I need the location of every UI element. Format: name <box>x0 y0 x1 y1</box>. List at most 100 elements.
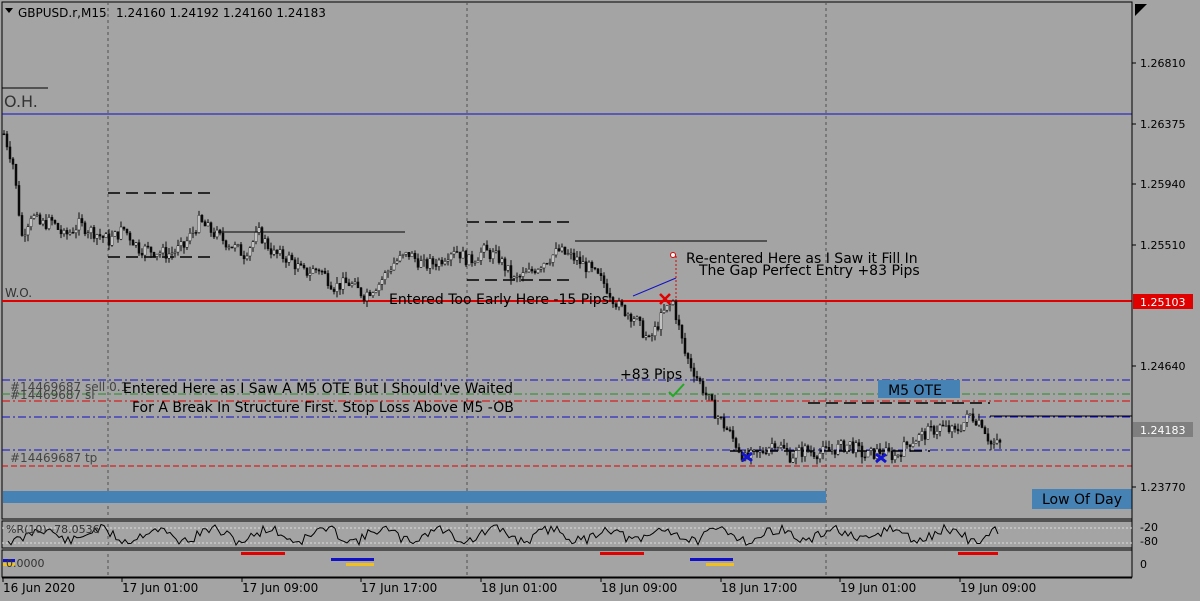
candle-body <box>812 452 816 457</box>
candle-body <box>167 253 171 259</box>
candle-body <box>23 234 27 237</box>
candle-body <box>893 455 897 461</box>
candle-body <box>65 230 69 235</box>
candle-body <box>497 250 501 263</box>
candle-body <box>800 447 804 457</box>
wpr-level-20: -20 <box>1140 521 1158 534</box>
candle-body <box>323 270 327 274</box>
x-tick-7: 18 Jun 17:00 <box>721 581 797 595</box>
candle-body <box>602 275 606 284</box>
candle-body <box>284 258 288 263</box>
candle-body <box>785 448 789 452</box>
candle-body <box>26 226 30 236</box>
candle-body <box>239 244 243 256</box>
candle-body <box>353 281 357 285</box>
candle-body <box>59 229 63 235</box>
candle-body <box>995 439 999 444</box>
candle-body <box>872 448 876 459</box>
candle-body <box>866 450 870 458</box>
candle-body <box>440 259 444 265</box>
candle-body <box>302 264 306 269</box>
candle-body <box>200 214 204 222</box>
candle-body <box>563 246 567 255</box>
candle-body <box>710 394 714 401</box>
candle-body <box>443 261 447 265</box>
candle-body <box>392 262 396 271</box>
candle-body <box>329 285 333 290</box>
candle-body <box>986 433 990 442</box>
candle-body <box>389 269 393 272</box>
candle-body <box>905 441 909 446</box>
candle-body <box>47 217 51 229</box>
reentered-label-2: The Gap Perfect Entry +83 Pips <box>698 263 920 279</box>
candle-body <box>245 255 249 260</box>
candle-body <box>332 288 336 292</box>
candle-body <box>980 419 984 428</box>
candle-body <box>38 214 42 225</box>
candle-body <box>272 249 276 255</box>
candle-body <box>209 222 213 233</box>
candle-body <box>335 283 339 292</box>
candle-body <box>671 301 675 305</box>
candle-body <box>614 303 618 308</box>
header: GBPUSD.r,M15 1.24160 1.24192 1.24160 1.2… <box>5 6 326 20</box>
candle-body <box>647 335 651 338</box>
candle-body <box>887 447 891 452</box>
candle-body <box>674 301 678 321</box>
candle-body <box>74 229 78 234</box>
candle-body <box>422 259 426 261</box>
candle-body <box>611 297 615 305</box>
x-tick-4: 17 Jun 17:00 <box>361 581 437 595</box>
candle-body <box>5 133 9 148</box>
candle-body <box>143 245 147 256</box>
candle-body <box>665 305 669 311</box>
oh-label: O.H. <box>4 92 38 111</box>
candle-body <box>653 326 657 337</box>
candle-body <box>878 448 882 454</box>
candle-body <box>482 244 486 253</box>
price-tick-6: 1.24640 <box>1140 360 1186 373</box>
candle-body <box>935 431 939 435</box>
candle-body <box>188 233 192 242</box>
price-tick-2: 1.26375 <box>1140 118 1186 131</box>
candle-body <box>419 260 423 268</box>
candle-body <box>299 263 303 266</box>
candle-body <box>407 252 411 258</box>
candle-body <box>107 233 111 246</box>
candle-body <box>776 447 780 449</box>
candle-body <box>182 241 186 248</box>
candle-body <box>767 447 771 454</box>
candle-body <box>32 215 36 219</box>
candle-body <box>896 454 900 457</box>
candle-body <box>764 452 768 454</box>
candle-body <box>113 231 117 237</box>
chart-canvas[interactable]: GBPUSD.r,M15 1.24160 1.24192 1.24160 1.2… <box>0 0 1200 601</box>
candle-body <box>593 267 597 270</box>
candle-body <box>350 283 354 286</box>
candle-body <box>731 430 735 439</box>
candle-body <box>128 232 132 241</box>
low-of-day-label: Low Of Day <box>1042 492 1122 508</box>
candle-body <box>83 222 87 235</box>
x-tick-9: 19 Jun 09:00 <box>960 581 1036 595</box>
candle-body <box>89 227 93 234</box>
candle-body <box>623 304 627 316</box>
wpr-level-80: -80 <box>1140 535 1158 548</box>
x-tick-6: 18 Jun 09:00 <box>601 581 677 595</box>
candle-body <box>278 249 282 254</box>
candle-body <box>110 236 114 246</box>
candle-body <box>848 441 852 446</box>
candle-body <box>899 454 903 457</box>
x-tick-3: 17 Jun 09:00 <box>242 581 318 595</box>
candle-body <box>845 444 849 452</box>
candle-body <box>338 283 342 290</box>
early-entry-label: Entered Too Early Here -15 Pips <box>389 292 609 308</box>
candle-body <box>431 258 435 265</box>
current-price-label: 1.24183 <box>1140 424 1186 437</box>
candle-body <box>248 247 252 257</box>
candle-body <box>590 261 594 268</box>
candle-body <box>512 276 516 279</box>
candle-body <box>251 241 255 249</box>
candle-body <box>371 292 375 296</box>
candle-body <box>695 376 699 379</box>
